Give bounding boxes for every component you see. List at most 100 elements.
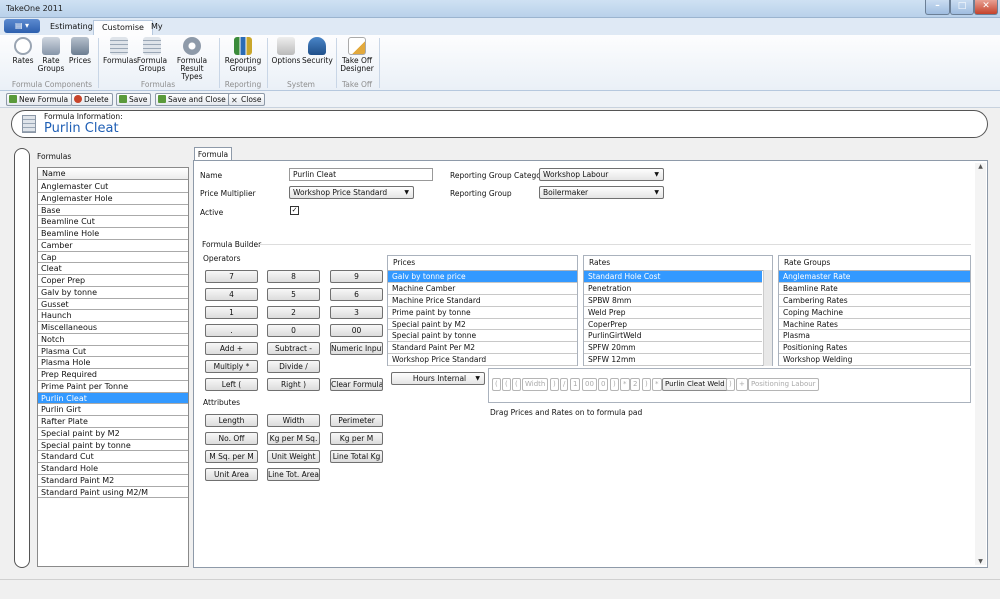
- formula-token[interactable]: ): [550, 378, 559, 391]
- attribute-button[interactable]: Kg per M: [330, 432, 383, 445]
- list-item[interactable]: Galv by tonne price: [388, 271, 577, 283]
- tab-formula[interactable]: Formula: [194, 147, 232, 161]
- operator-button[interactable]: Multiply *: [205, 360, 258, 373]
- attribute-button[interactable]: No. Off: [205, 432, 258, 445]
- formula-token[interactable]: +: [736, 378, 748, 391]
- active-checkbox[interactable]: ✓: [290, 206, 299, 215]
- operator-button[interactable]: Divide /: [267, 360, 320, 373]
- attribute-button[interactable]: Unit Area: [205, 468, 258, 481]
- close-window-button[interactable]: ✕: [974, 0, 998, 15]
- panel-scrollbar[interactable]: ▲ ▼: [975, 163, 986, 565]
- list-item[interactable]: Standard Paint using M2/M: [38, 486, 188, 499]
- operator-button[interactable]: Clear Formula: [330, 378, 383, 391]
- formula-token[interactable]: ): [642, 378, 651, 391]
- list-item[interactable]: Galv by tonne: [38, 286, 188, 299]
- attribute-button[interactable]: Kg per M Sq.: [267, 432, 320, 445]
- formulas-button[interactable]: Formulas: [103, 37, 137, 65]
- list-item[interactable]: Special paint by tonne: [388, 330, 577, 343]
- app-menu-button[interactable]: ▤ ▾: [4, 19, 40, 33]
- list-item[interactable]: CoperPrep: [584, 319, 762, 331]
- list-item[interactable]: Workshop Welding: [779, 354, 970, 367]
- list-item[interactable]: Standard Cut: [38, 451, 188, 463]
- list-item[interactable]: Standard Hole Cost: [584, 271, 762, 283]
- operator-button[interactable]: 8: [267, 270, 320, 283]
- list-item[interactable]: Anglemaster Rate: [779, 271, 970, 283]
- formula-token[interactable]: 0: [598, 378, 609, 391]
- formula-token[interactable]: *: [620, 378, 630, 391]
- list-item[interactable]: Notch: [38, 333, 188, 346]
- formula-token[interactable]: 2: [630, 378, 641, 391]
- take-off-designer-button[interactable]: Take Off Designer: [339, 37, 375, 73]
- list-item[interactable]: Beamline Hole: [38, 228, 188, 240]
- reporting-group-select[interactable]: Boilermaker ▼: [539, 186, 664, 199]
- maximize-button[interactable]: □: [950, 0, 974, 15]
- list-item[interactable]: Special paint by tonne: [38, 439, 188, 452]
- list-item[interactable]: Haunch: [38, 310, 188, 322]
- formula-token[interactable]: ): [610, 378, 619, 391]
- attribute-button[interactable]: Width: [267, 414, 320, 427]
- formula-token[interactable]: *: [652, 378, 662, 391]
- price-multiplier-select[interactable]: Workshop Price Standard ▼: [289, 186, 414, 199]
- rate-groups-button[interactable]: Rate Groups: [37, 37, 65, 73]
- rates-button[interactable]: Rates: [10, 37, 36, 65]
- list-item[interactable]: Prime paint by tonne: [388, 307, 577, 319]
- operator-button[interactable]: 7: [205, 270, 258, 283]
- close-button[interactable]: ✕ Close: [228, 93, 266, 106]
- formula-token[interactable]: Purlin Cleat Weld: [662, 378, 728, 391]
- attribute-button[interactable]: Length: [205, 414, 258, 427]
- list-item[interactable]: Coping Machine: [779, 307, 970, 319]
- operator-button[interactable]: 3: [330, 306, 383, 319]
- list-header-name[interactable]: Name: [38, 168, 188, 180]
- list-item[interactable]: Standard Paint Per M2: [388, 342, 577, 355]
- formula-token[interactable]: (: [492, 378, 501, 391]
- operator-button[interactable]: Add +: [205, 342, 258, 355]
- operator-button[interactable]: 5: [267, 288, 320, 301]
- formula-groups-button[interactable]: Formula Groups: [136, 37, 168, 73]
- operator-button[interactable]: 00: [330, 324, 383, 337]
- list-item[interactable]: Cleat: [38, 263, 188, 275]
- operator-button[interactable]: 6: [330, 288, 383, 301]
- list-item[interactable]: Machine Price Standard: [388, 295, 577, 307]
- list-item[interactable]: SPBW 8mm: [584, 295, 762, 307]
- formula-token[interactable]: ): [726, 378, 735, 391]
- formula-token[interactable]: (: [502, 378, 511, 391]
- save-close-button[interactable]: Save and Close: [155, 93, 230, 106]
- formula-token[interactable]: 00: [582, 378, 597, 391]
- attribute-button[interactable]: Line Tot. Area: [267, 468, 320, 481]
- list-item[interactable]: Machine Rates: [779, 319, 970, 331]
- list-item[interactable]: Workshop Price Standard: [388, 354, 577, 367]
- list-item[interactable]: Anglemaster Cut: [38, 181, 188, 193]
- list-item[interactable]: Special paint by M2: [388, 319, 577, 331]
- attribute-button[interactable]: Perimeter: [330, 414, 383, 427]
- list-item[interactable]: Prep Required: [38, 369, 188, 381]
- list-item[interactable]: Beamline Cut: [38, 216, 188, 228]
- attribute-button[interactable]: Unit Weight: [267, 450, 320, 463]
- list-item[interactable]: Beamline Rate: [779, 283, 970, 295]
- operator-button[interactable]: 2: [267, 306, 320, 319]
- formula-token[interactable]: Positioning Labour: [748, 378, 819, 391]
- options-button[interactable]: Options: [271, 37, 301, 65]
- list-item[interactable]: Cambering Rates: [779, 295, 970, 307]
- list-item[interactable]: Purlin Cleat: [38, 392, 188, 405]
- list-item[interactable]: Plasma: [779, 330, 970, 343]
- hours-select[interactable]: Hours Internal ▼: [391, 372, 485, 385]
- minimize-button[interactable]: –: [925, 0, 950, 15]
- reporting-groups-button[interactable]: Reporting Groups: [224, 37, 262, 73]
- list-item[interactable]: Plasma Cut: [38, 345, 188, 358]
- list-item[interactable]: Standard Paint M2: [38, 474, 188, 487]
- list-item[interactable]: SPFW 20mm: [584, 342, 762, 355]
- rates-scrollbar[interactable]: [763, 270, 772, 366]
- new-formula-button[interactable]: New Formula: [6, 93, 73, 106]
- list-item[interactable]: PurlinGirtWeld: [584, 330, 762, 343]
- operator-button[interactable]: 0: [267, 324, 320, 337]
- list-item[interactable]: Weld Prep: [584, 307, 762, 319]
- list-item[interactable]: Purlin Girt: [38, 404, 188, 416]
- operator-button[interactable]: Right ): [267, 378, 320, 391]
- formula-token[interactable]: 1: [570, 378, 581, 391]
- operator-button[interactable]: 1: [205, 306, 258, 319]
- list-item[interactable]: Penetration: [584, 283, 762, 295]
- save-button[interactable]: Save: [116, 93, 152, 106]
- tab-estimating[interactable]: Estimating: [42, 20, 101, 35]
- delete-button[interactable]: Delete: [71, 93, 113, 106]
- list-item[interactable]: Base: [38, 204, 188, 217]
